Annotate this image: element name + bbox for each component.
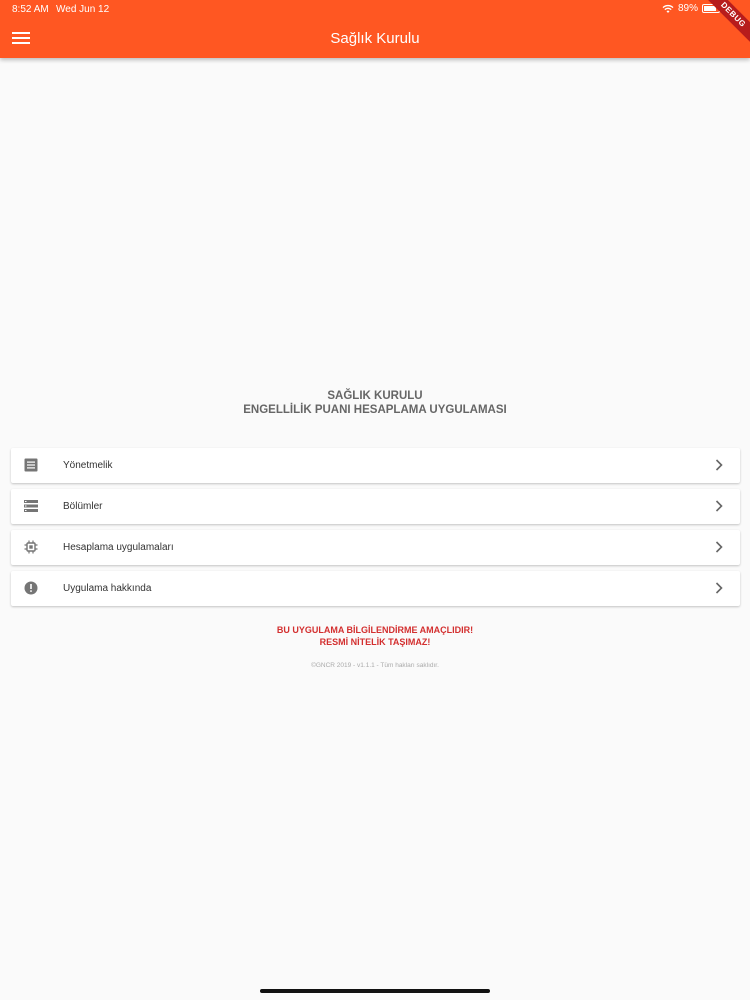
warning-line-2: RESMİ NİTELİK TAŞIMAZ! [319, 637, 431, 647]
heading-line-2: ENGELLİLİK PUANI HESAPLAMA UYGULAMASI [243, 404, 507, 416]
document-icon [24, 458, 38, 472]
menu-item-label: Uygulama hakkında [63, 583, 152, 594]
menu-item-hesaplama[interactable]: Hesaplama uygulamaları [11, 530, 740, 565]
warning-line-1: BU UYGULAMA BİLGİLENDİRME AMAÇLIDIR! [276, 625, 474, 635]
menu-item-yonetmelik[interactable]: Yönetmelik [11, 448, 740, 483]
wifi-icon [662, 4, 674, 13]
chevron-right-icon [715, 500, 723, 512]
menu-item-bolumler[interactable]: Bölümler [11, 489, 740, 524]
list-icon [24, 500, 38, 512]
menu-item-hakkinda[interactable]: Uygulama hakkında [11, 571, 740, 606]
menu-item-label: Yönetmelik [63, 460, 113, 471]
chevron-right-icon [715, 459, 723, 471]
info-icon [24, 581, 38, 595]
status-date: Wed Jun 12 [56, 4, 110, 15]
page-heading: SAĞLIK KURULU ENGELLİLİK PUANI HESAPLAMA… [0, 389, 750, 417]
battery-percent: 89% [677, 3, 698, 14]
menu-list: Yönetmelik Bölümler Hesaplama uygulamala… [11, 448, 740, 612]
home-indicator[interactable] [260, 989, 490, 993]
chevron-right-icon [715, 541, 723, 553]
menu-item-label: Bölümler [63, 501, 103, 512]
heading-line-1: SAĞLIK KURULU [327, 390, 423, 402]
status-bar: 8:52 AM Wed Jun 12 89% [0, 3, 750, 17]
app-bar: 8:52 AM Wed Jun 12 89% Sağlık Kurulu DEB… [0, 0, 750, 58]
copyright-footer: ©GNCR 2019 - v1.1.1 - Tüm hakları saklıd… [311, 662, 439, 669]
chevron-right-icon [715, 582, 723, 594]
status-time: 8:52 AM [12, 4, 49, 15]
chip-icon [24, 540, 38, 554]
status-right: 89% [662, 3, 720, 14]
menu-item-label: Hesaplama uygulamaları [63, 542, 174, 553]
disclaimer-warning: BU UYGULAMA BİLGİLENDİRME AMAÇLIDIR! RES… [0, 624, 750, 648]
app-title: Sağlık Kurulu [330, 30, 420, 47]
